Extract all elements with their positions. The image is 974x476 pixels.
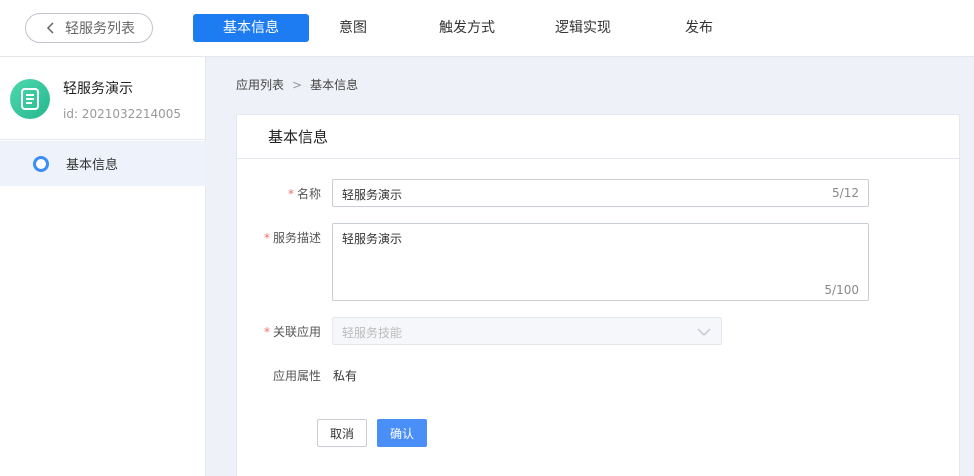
name-char-count: 5/12 <box>832 186 859 200</box>
description-char-count: 5/100 <box>824 283 859 297</box>
tab-basic-info[interactable]: 基本信息 <box>193 14 309 42</box>
required-mark: * <box>287 187 294 201</box>
sidebar: 轻服务演示 id: 2021032214005 基本信息 <box>0 57 206 476</box>
required-mark: * <box>263 231 270 245</box>
tab-trigger[interactable]: 触发方式 <box>409 14 525 42</box>
chevron-left-icon <box>46 22 54 34</box>
top-bar: 轻服务列表 基本信息 意图 触发方式 逻辑实现 发布 <box>0 0 974 57</box>
service-card: 轻服务演示 id: 2021032214005 <box>0 57 206 140</box>
confirm-button[interactable]: 确认 <box>377 419 427 447</box>
description-textarea[interactable]: 轻服务演示 5/100 <box>332 223 869 301</box>
back-button-label: 轻服务列表 <box>65 21 135 37</box>
tab-publish[interactable]: 发布 <box>641 14 757 42</box>
name-input-value: 轻服务演示 <box>342 188 403 202</box>
description-label: * 服务描述 <box>263 231 321 245</box>
panel-title: 基本信息 <box>237 115 959 159</box>
service-name: 轻服务演示 <box>63 81 133 97</box>
tab-logic[interactable]: 逻辑实现 <box>525 14 641 42</box>
sidebar-item-label: 基本信息 <box>66 158 119 173</box>
name-input[interactable]: 轻服务演示 5/12 <box>332 179 869 207</box>
basic-info-panel: 基本信息 * 名称 轻服务演示 5/12 * 服务描述 轻服务演示 5/100 * 关… <box>236 114 960 476</box>
step-ring-icon <box>33 155 49 172</box>
required-mark: * <box>263 325 270 339</box>
document-icon <box>21 88 39 110</box>
service-id: id: 2021032214005 <box>63 107 182 121</box>
service-logo <box>10 79 50 119</box>
app-attribute-label: 应用属性 <box>272 369 321 383</box>
tab-intent[interactable]: 意图 <box>309 14 397 42</box>
breadcrumb-root[interactable]: 应用列表 <box>236 76 284 93</box>
chevron-down-icon <box>697 328 711 336</box>
breadcrumb-current: 基本信息 <box>310 78 359 92</box>
description-value: 轻服务演示 <box>342 232 403 246</box>
back-to-list-button[interactable]: 轻服务列表 <box>25 13 153 43</box>
related-app-select: 轻服务技能 <box>332 317 722 345</box>
breadcrumb-separator: > <box>292 77 303 92</box>
name-label: * 名称 <box>287 187 321 201</box>
sidebar-item-basic-info[interactable]: 基本信息 <box>0 141 206 186</box>
breadcrumb: 应用列表 > 基本信息 <box>236 76 358 93</box>
app-attribute-value: 私有 <box>333 369 358 383</box>
related-app-label: * 关联应用 <box>263 325 321 339</box>
cancel-button[interactable]: 取消 <box>317 419 367 447</box>
related-app-placeholder: 轻服务技能 <box>342 326 403 340</box>
main-nav: 基本信息 意图 触发方式 逻辑实现 发布 <box>193 14 757 42</box>
